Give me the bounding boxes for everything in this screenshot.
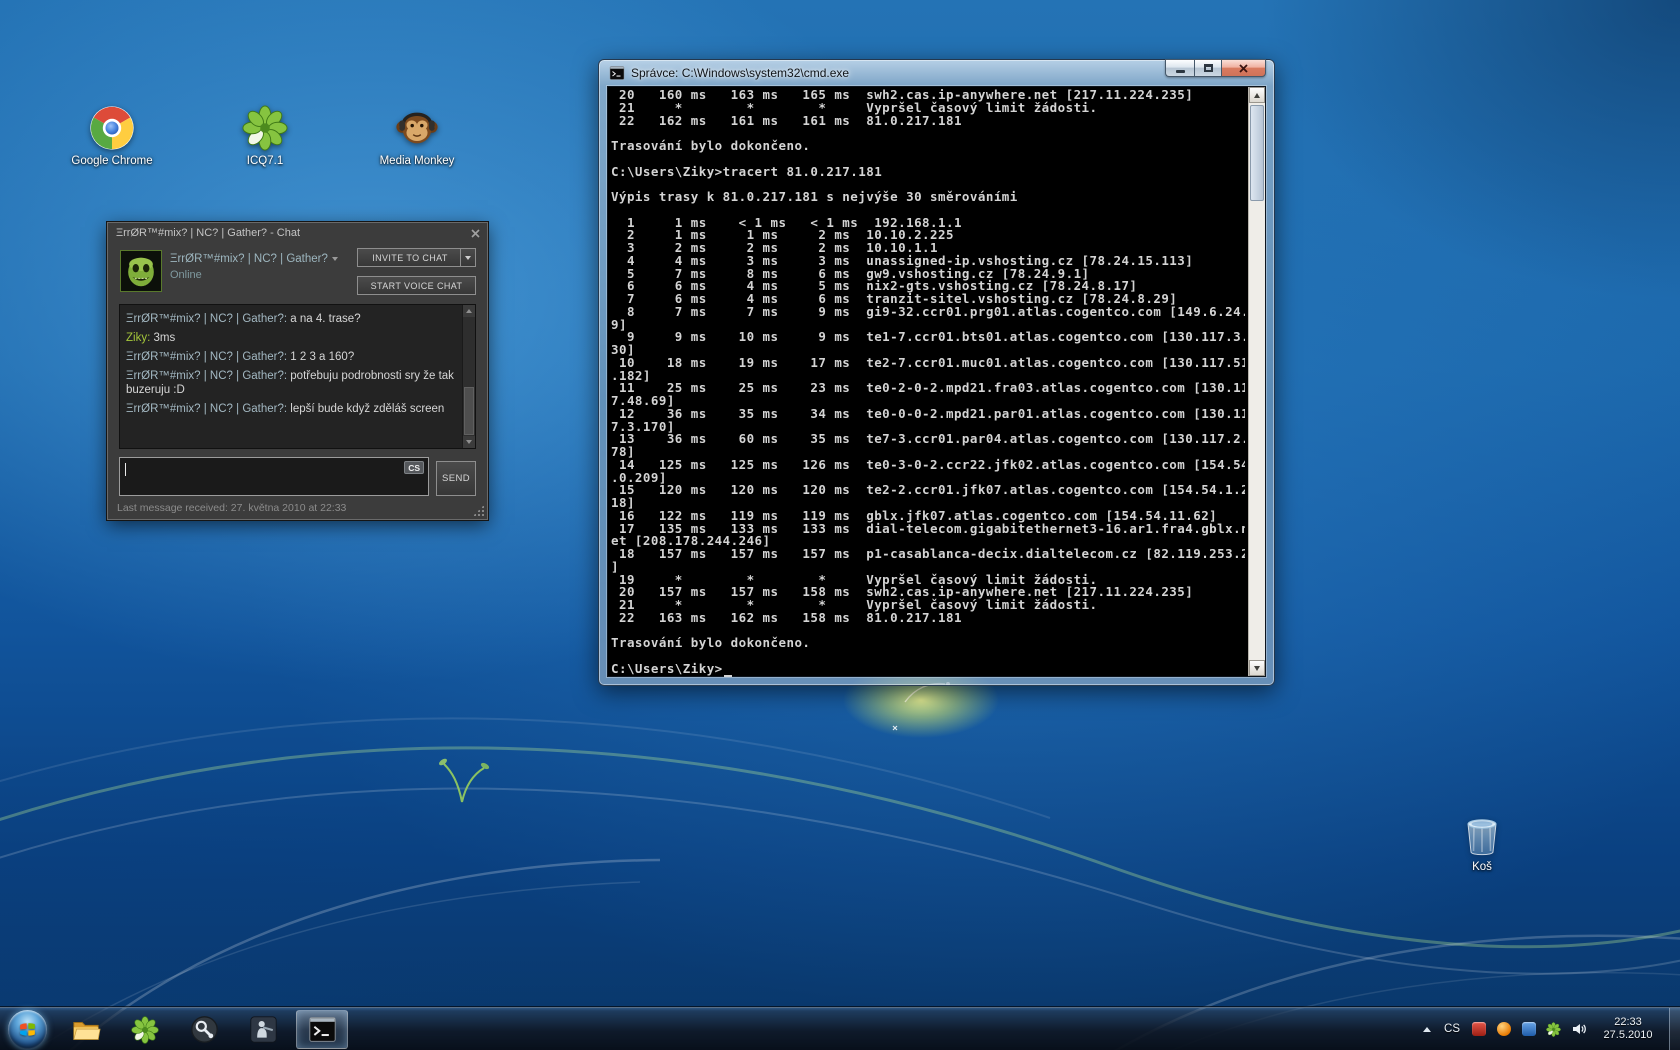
icq-flower-icon	[241, 104, 289, 152]
close-icon[interactable]	[469, 227, 482, 240]
start-voice-chat-label: START VOICE CHAT	[371, 281, 463, 291]
minimize-icon	[1176, 70, 1185, 73]
friend-status: Online	[170, 269, 202, 281]
chat-window-title: ΞrrØR™#mix? | NC? | Gather? - Chat	[116, 227, 300, 239]
start-button[interactable]	[8, 1010, 47, 1049]
minimize-button[interactable]	[1165, 59, 1194, 77]
clock-date: 27.5.2010	[1595, 1029, 1661, 1043]
chevron-down-icon	[465, 256, 471, 260]
send-button[interactable]: SEND	[436, 461, 476, 496]
chat-scrollbar[interactable]	[462, 305, 475, 448]
resize-grip[interactable]	[473, 505, 484, 516]
friend-avatar[interactable]	[120, 250, 162, 292]
chat-message-sender: ΞrrØR™#mix? | NC? | Gather?:	[126, 351, 287, 363]
console-text: 20 160 ms 163 ms 165 ms swh2.cas.ip-anyw…	[611, 89, 1245, 676]
updates-tray-icon[interactable]	[1520, 1021, 1537, 1038]
icq-tray-icon[interactable]	[1545, 1021, 1562, 1038]
text-cursor	[125, 463, 126, 476]
caption-buttons	[1165, 59, 1266, 77]
chat-title-bar[interactable]: ΞrrØR™#mix? | NC? | Gather? - Chat	[108, 223, 487, 243]
desktop-icon-google-chrome[interactable]: Google Chrome	[66, 104, 158, 168]
system-tray: CS 22:33 27.5.2010	[1420, 1008, 1680, 1050]
cmd-icon	[609, 65, 625, 81]
taskbar-item-steam[interactable]	[178, 1010, 230, 1049]
media-monkey-icon	[393, 104, 441, 152]
chat-log[interactable]: ΞrrØR™#mix? | NC? | Gather?: a na 4. tra…	[119, 304, 476, 449]
recycle-bin-icon	[1458, 810, 1506, 858]
desktop-icon-recycle-bin[interactable]: Koš	[1436, 810, 1528, 874]
chat-messages: ΞrrØR™#mix? | NC? | Gather?: a na 4. tra…	[120, 305, 462, 448]
scroll-down-icon[interactable]	[1249, 660, 1265, 676]
desktop-icon-icq[interactable]: ICQ7.1	[219, 104, 311, 168]
chat-message: ΞrrØR™#mix? | NC? | Gather?: 1 2 3 a 160…	[126, 350, 456, 364]
chrome-icon	[88, 104, 136, 152]
chat-message-sender: Ziky:	[126, 332, 150, 344]
scroll-up-icon[interactable]	[463, 305, 475, 317]
chat-scrollbar-thumb[interactable]	[464, 387, 474, 435]
console-cursor	[724, 675, 732, 677]
desktop-icon-label: ICQ7.1	[219, 155, 311, 168]
desktop-icon-media-monkey[interactable]: Media Monkey	[371, 104, 463, 168]
desktop-icon-label: Koš	[1436, 861, 1528, 874]
chat-status-bar: Last message received: 27. května 2010 a…	[117, 502, 346, 514]
console-scrollbar[interactable]	[1248, 87, 1265, 676]
chevron-down-icon	[332, 257, 338, 261]
console-scrollbar-thumb[interactable]	[1250, 105, 1264, 201]
chat-language-badge: CS	[404, 461, 424, 474]
language-indicator[interactable]: CS	[1442, 1023, 1462, 1035]
chat-message: ΞrrØR™#mix? | NC? | Gather?: a na 4. tra…	[126, 312, 456, 326]
chat-message-sender: ΞrrØR™#mix? | NC? | Gather?:	[126, 370, 287, 382]
maximize-icon	[1204, 64, 1213, 72]
chat-message-sender: ΞrrØR™#mix? | NC? | Gather?:	[126, 403, 287, 415]
friend-name-text: ΞrrØR™#mix? | NC? | Gather?	[170, 253, 328, 265]
taskbar-items	[60, 1010, 348, 1049]
chat-message-sender: ΞrrØR™#mix? | NC? | Gather?:	[126, 313, 287, 325]
close-button[interactable]	[1221, 59, 1266, 77]
maximize-button[interactable]	[1194, 59, 1221, 77]
taskbar-item-explorer[interactable]	[60, 1010, 112, 1049]
start-voice-chat-button[interactable]: START VOICE CHAT	[357, 276, 476, 295]
volume-icon[interactable]	[1570, 1021, 1587, 1038]
taskbar: CS 22:33 27.5.2010	[0, 1007, 1680, 1050]
chat-message: ΞrrØR™#mix? | NC? | Gather?: lepší bude …	[126, 402, 456, 416]
invite-to-chat-button[interactable]: INVITE TO CHAT	[357, 248, 476, 267]
cmd-window: Správce: C:\Windows\system32\cmd.exe 20 …	[598, 59, 1275, 686]
taskbar-item-cmd[interactable]	[296, 1010, 348, 1049]
chat-message: Ziky: 3ms	[126, 331, 456, 345]
taskbar-item-counter-strike[interactable]	[237, 1010, 289, 1049]
desktop-icon-label: Media Monkey	[371, 155, 463, 168]
console[interactable]: 20 160 ms 163 ms 165 ms swh2.cas.ip-anyw…	[607, 86, 1266, 677]
cmd-window-title: Správce: C:\Windows\system32\cmd.exe	[631, 66, 849, 80]
steam-chat-window: ΞrrØR™#mix? | NC? | Gather? - Chat ΞrrØR…	[107, 222, 488, 520]
show-desktop-button[interactable]	[1669, 1008, 1680, 1050]
tray-expand-button[interactable]	[1420, 1021, 1434, 1037]
clock-time: 22:33	[1595, 1016, 1661, 1030]
scroll-down-icon[interactable]	[463, 436, 475, 448]
media-monkey-tray-icon[interactable]	[1495, 1021, 1512, 1038]
invite-dropdown[interactable]	[460, 249, 475, 266]
desktop: Google Chrome ICQ7.1 Media Monkey Koš Ξr…	[0, 0, 1680, 1050]
chevron-up-icon	[1423, 1027, 1431, 1032]
send-button-label: SEND	[442, 473, 470, 484]
scroll-up-icon[interactable]	[1249, 87, 1265, 103]
taskbar-clock[interactable]: 22:33 27.5.2010	[1595, 1016, 1661, 1043]
windows-logo-icon	[17, 1019, 38, 1040]
taskbar-item-icq[interactable]	[119, 1010, 171, 1049]
desktop-icon-label: Google Chrome	[66, 155, 158, 168]
invite-to-chat-label: INVITE TO CHAT	[372, 253, 448, 263]
friend-name[interactable]: ΞrrØR™#mix? | NC? | Gather?	[170, 253, 338, 265]
chat-input[interactable]: CS	[119, 457, 429, 496]
chat-message: ΞrrØR™#mix? | NC? | Gather?: potřebuju p…	[126, 369, 456, 397]
ati-tray-icon[interactable]	[1470, 1021, 1487, 1038]
close-icon	[1239, 64, 1248, 73]
